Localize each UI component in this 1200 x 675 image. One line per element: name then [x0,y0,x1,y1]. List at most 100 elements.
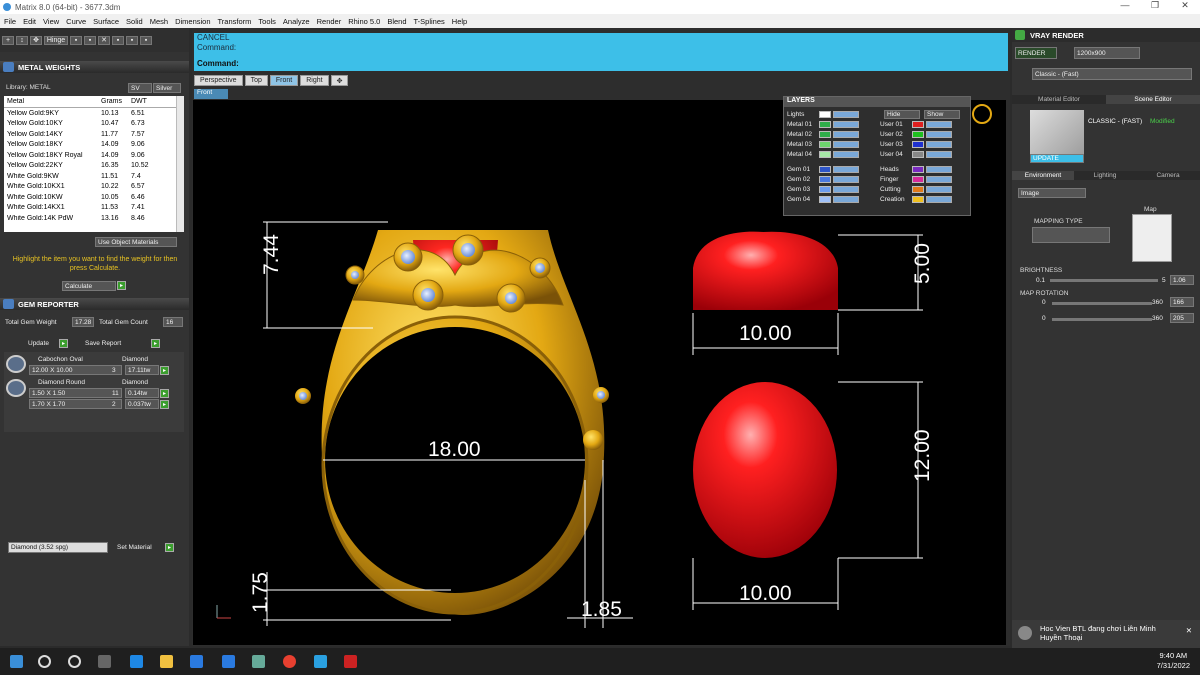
layer-color-swatch[interactable] [912,166,924,173]
task-view-icon[interactable] [98,655,111,668]
menu-rhino[interactable]: Rhino 5.0 [348,17,380,26]
layer-color-swatch[interactable] [819,196,831,203]
table-row[interactable]: Yellow Gold:18KY 14.09 9.06 [4,140,184,151]
layer-toggle-buttons[interactable] [833,111,859,118]
file-explorer-icon[interactable] [160,655,173,668]
preset-select[interactable]: Classic - (Fast) [1032,68,1192,80]
menu-solid[interactable]: Solid [126,17,143,26]
tab-environment[interactable]: Environment [1012,171,1074,180]
layer-row[interactable]: Metal 03 [787,140,859,149]
layer-toggle-buttons[interactable] [833,166,859,173]
vray-header[interactable]: VRAY RENDER [1012,28,1200,42]
tab-camera[interactable]: Camera [1136,171,1200,180]
viewport-label[interactable]: Front [194,89,228,99]
menu-transform[interactable]: Transform [218,17,252,26]
gem-select-button-3[interactable]: ▸ [160,400,169,409]
layer-toggle-buttons[interactable] [926,166,952,173]
store-icon[interactable] [190,655,203,668]
layer-toggle-buttons[interactable] [926,151,952,158]
hinge-button[interactable]: Hinge [44,35,68,45]
menu-blend[interactable]: Blend [387,17,406,26]
calculate-button[interactable]: ▸ [117,281,126,290]
matrix-taskbar-icon[interactable] [344,655,357,668]
system-clock[interactable]: 9:40 AM 7/31/2022 [1157,651,1190,671]
layer-row[interactable]: Gem 03 [787,185,859,194]
tab-material-editor[interactable]: Material Editor [1012,95,1106,104]
table-row[interactable]: Yellow Gold:22KY 16.35 10.52 [4,161,184,172]
update-material-button[interactable]: UPDATE [1030,154,1084,163]
layer-color-swatch[interactable] [819,186,831,193]
command-input[interactable]: Command: [194,59,1008,71]
layer-color-swatch[interactable] [912,141,924,148]
tool-e-button[interactable]: ▪ [126,35,138,45]
tool-d-button[interactable]: ▪ [112,35,124,45]
resolution-field[interactable]: 1200x900 [1074,47,1140,59]
notification-toast[interactable]: Hoc Vien BTL đang chơi Liên Minh Huyền T… [1012,620,1200,648]
layer-row[interactable]: User 04 [880,150,952,159]
layer-toggle-buttons[interactable] [833,151,859,158]
table-row[interactable]: White Gold:14KX1 11.53 7.41 [4,203,184,214]
metal-weights-header[interactable]: METAL WEIGHTS [0,61,189,73]
gem-reporter-header[interactable]: GEM REPORTER [0,298,189,310]
menu-surface[interactable]: Surface [93,17,119,26]
use-object-materials-checkbox[interactable]: Use Object Materials [95,237,177,247]
layer-row[interactable]: User 03 [880,140,952,149]
brightness-slider[interactable] [1050,279,1158,282]
layer-color-swatch[interactable] [912,121,924,128]
layer-row[interactable]: Finger [880,175,952,184]
app-icon-2[interactable] [314,655,327,668]
menu-curve[interactable]: Curve [66,17,86,26]
menu-tsplines[interactable]: T-Splines [414,17,445,26]
layer-color-swatch[interactable] [819,111,831,118]
tool-c-button[interactable]: ✕ [98,35,110,45]
minimize-icon[interactable]: — [1110,0,1140,10]
layer-row[interactable]: User 02 [880,130,952,139]
layer-toggle-buttons[interactable] [926,186,952,193]
layer-row[interactable]: Lights [787,110,859,119]
layer-row[interactable]: User 01 [880,120,952,129]
notification-close-icon[interactable]: ✕ [1186,626,1192,635]
layer-toggle-buttons[interactable] [833,186,859,193]
layer-toggle-buttons[interactable] [833,141,859,148]
gem-select-button-2[interactable]: ▸ [160,389,169,398]
layer-row[interactable]: Gem 04 [787,195,859,204]
environment-map-thumbnail[interactable] [1132,214,1172,262]
layer-color-swatch[interactable] [819,121,831,128]
tool-move-button[interactable]: ↕ [16,35,28,45]
ring-icon[interactable] [972,104,992,124]
layer-toggle-buttons[interactable] [833,196,859,203]
menu-edit[interactable]: Edit [23,17,36,26]
rotation-value-2[interactable]: 205 [1170,313,1194,323]
layer-color-swatch[interactable] [819,176,831,183]
layer-row[interactable]: Cutting [880,185,952,194]
chrome-icon[interactable] [283,655,296,668]
layer-toggle-buttons[interactable] [926,176,952,183]
table-row[interactable]: Yellow Gold:9KY 10.13 6.51 [4,108,184,119]
cortana-icon[interactable] [68,655,81,668]
edge-icon[interactable] [130,655,143,668]
mail-icon[interactable] [222,655,235,668]
layer-row[interactable]: Metal 04 [787,150,859,159]
environment-image-select[interactable]: Image [1018,188,1086,198]
hide-button[interactable]: Hide [884,110,920,119]
table-row[interactable]: Yellow Gold:18KY Royal 14.09 9.06 [4,150,184,161]
sv-toggle[interactable]: SV [128,83,152,93]
layer-color-swatch[interactable] [912,151,924,158]
close-icon[interactable]: ✕ [1170,0,1200,11]
layer-color-swatch[interactable] [819,131,831,138]
layer-toggle-buttons[interactable] [926,121,952,128]
menu-help[interactable]: Help [452,17,467,26]
layer-toggle-buttons[interactable] [926,131,952,138]
search-icon[interactable] [38,655,51,668]
layer-toggle-buttons[interactable] [926,196,952,203]
material-select[interactable]: Diamond (3.52 spg) [8,542,108,553]
layer-color-swatch[interactable] [912,186,924,193]
layer-row[interactable]: Creation [880,195,952,204]
mapping-type-buttons[interactable] [1032,227,1110,243]
layer-color-swatch[interactable] [912,131,924,138]
menu-analyze[interactable]: Analyze [283,17,310,26]
layer-toggle-buttons[interactable] [833,131,859,138]
update-button[interactable]: ▸ [59,339,68,348]
layer-toggle-buttons[interactable] [833,121,859,128]
tab-lighting[interactable]: Lighting [1074,171,1136,180]
